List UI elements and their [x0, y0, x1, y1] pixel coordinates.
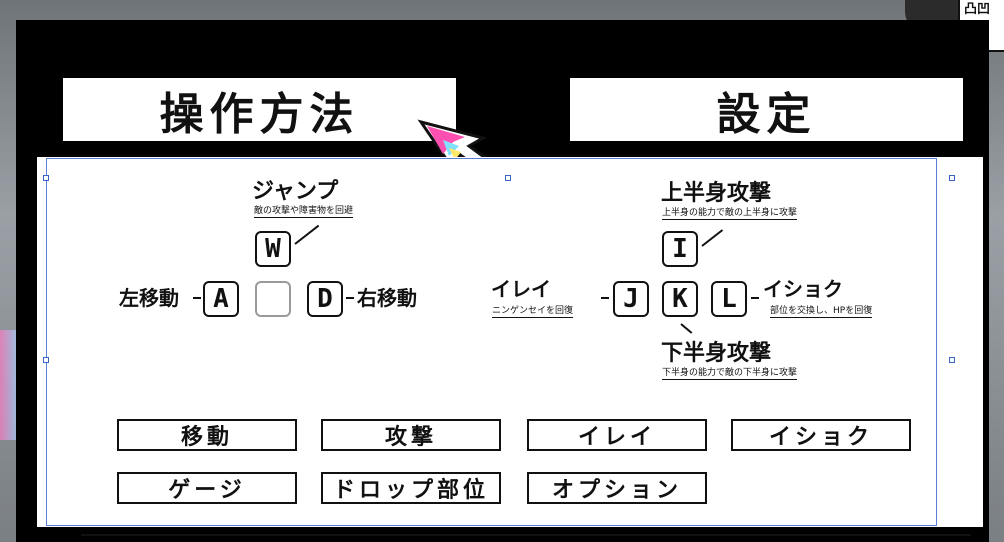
key-w: W	[255, 231, 291, 267]
tab-settings[interactable]: 設定	[570, 78, 963, 141]
lower-attack-label: 下半身攻撃	[661, 341, 772, 366]
move-right-label: 右移動	[357, 286, 417, 310]
key-j: J	[613, 281, 649, 317]
connector-line	[701, 229, 724, 247]
resize-handle[interactable]	[43, 175, 49, 181]
resize-handle[interactable]	[505, 175, 511, 181]
upper-attack-label: 上半身攻撃	[661, 181, 772, 206]
help-dialog: 操作方法 設定 ジャンプ 敵の攻撃や障害物を回避 W 左移動 A D 右移動 上…	[16, 20, 989, 542]
key-a: A	[203, 281, 239, 317]
connector-line	[601, 297, 609, 299]
connector-line	[680, 323, 693, 334]
jump-label: ジャンプ	[252, 179, 339, 204]
menu-button-gauge[interactable]: ゲージ	[117, 472, 297, 504]
resize-handle[interactable]	[43, 357, 49, 363]
ishoku-label: イショク	[763, 277, 843, 301]
resize-handle[interactable]	[949, 357, 955, 363]
menu-button-drop-parts[interactable]: ドロップ部位	[321, 472, 501, 504]
connector-line	[751, 297, 759, 299]
menu-button-irei[interactable]: イレイ	[527, 419, 707, 451]
key-d: D	[307, 281, 343, 317]
connector-line	[346, 297, 354, 299]
controls-panel: ジャンプ 敵の攻撃や障害物を回避 W 左移動 A D 右移動 上半身攻撃 上半身…	[37, 157, 983, 536]
ishoku-description: 部位を交換し、HPを回復	[770, 303, 873, 318]
key-k: K	[662, 281, 698, 317]
lower-attack-description: 下半身の能力で敵の下半身に攻撃	[662, 365, 798, 380]
upper-attack-description: 上半身の能力で敵の上半身に攻撃	[662, 205, 798, 220]
irei-description: ニンゲンセイを回復	[492, 303, 574, 318]
move-left-label: 左移動	[119, 286, 179, 310]
connector-line	[193, 297, 201, 299]
resize-handle[interactable]	[949, 175, 955, 181]
menu-button-attack[interactable]: 攻撃	[321, 419, 501, 451]
jump-description: 敵の攻撃や障害物を回避	[254, 203, 354, 218]
key-i: I	[662, 231, 698, 267]
key-l: L	[711, 281, 747, 317]
menu-button-options[interactable]: オプション	[527, 472, 707, 504]
irei-label: イレイ	[491, 277, 551, 301]
key-blank	[255, 281, 291, 317]
menu-button-move[interactable]: 移動	[117, 419, 297, 451]
connector-line	[294, 224, 320, 245]
divider	[81, 534, 971, 536]
menu-button-ishoku[interactable]: イショク	[731, 419, 911, 451]
tab-controls[interactable]: 操作方法	[63, 78, 456, 141]
